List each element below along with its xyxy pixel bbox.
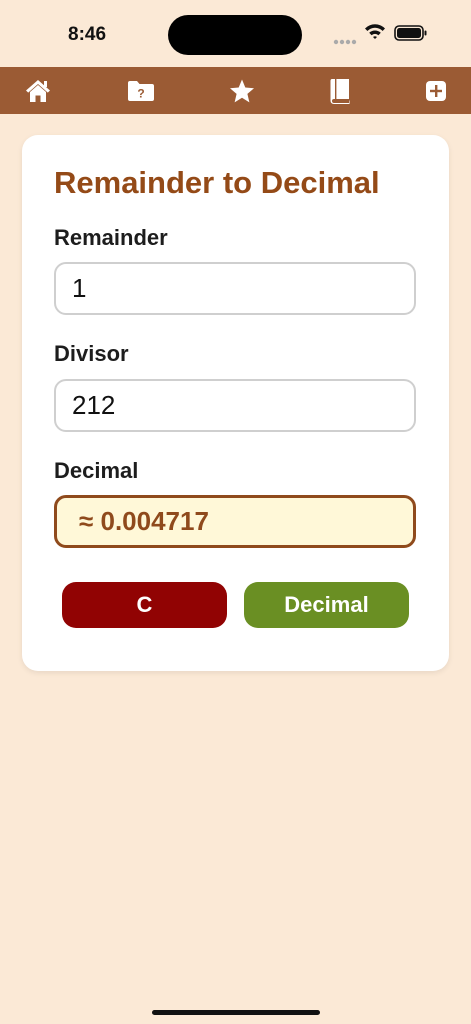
status-time: 8:46 <box>68 24 107 45</box>
divisor-label: Divisor <box>54 341 129 366</box>
star-icon[interactable] <box>227 67 257 114</box>
calculator-card: Remainder to Decimal Remainder 1 Divisor… <box>22 135 449 671</box>
top-toolbar: ? <box>0 67 471 114</box>
decimal-result: ≈ 0.004717 <box>54 495 416 548</box>
status-bar: 8:46 <box>0 0 471 67</box>
folder-question-icon[interactable]: ? <box>125 67 157 114</box>
wifi-icon <box>364 22 386 45</box>
clear-button[interactable]: C <box>62 582 227 628</box>
cellular-signal-icon <box>333 32 357 50</box>
dynamic-island <box>168 15 302 55</box>
decimal-button[interactable]: Decimal <box>244 582 409 628</box>
plus-icon[interactable] <box>424 67 448 114</box>
home-icon[interactable] <box>22 67 54 114</box>
remainder-input[interactable]: 1 <box>54 262 416 315</box>
divisor-input[interactable]: 212 <box>54 379 416 432</box>
page-title: Remainder to Decimal <box>54 165 380 200</box>
remainder-label: Remainder <box>54 225 168 250</box>
battery-icon <box>394 25 428 46</box>
home-indicator <box>152 1010 320 1015</box>
book-icon[interactable] <box>327 67 353 114</box>
folder-badge: ? <box>137 86 144 100</box>
decimal-label: Decimal <box>54 458 139 483</box>
